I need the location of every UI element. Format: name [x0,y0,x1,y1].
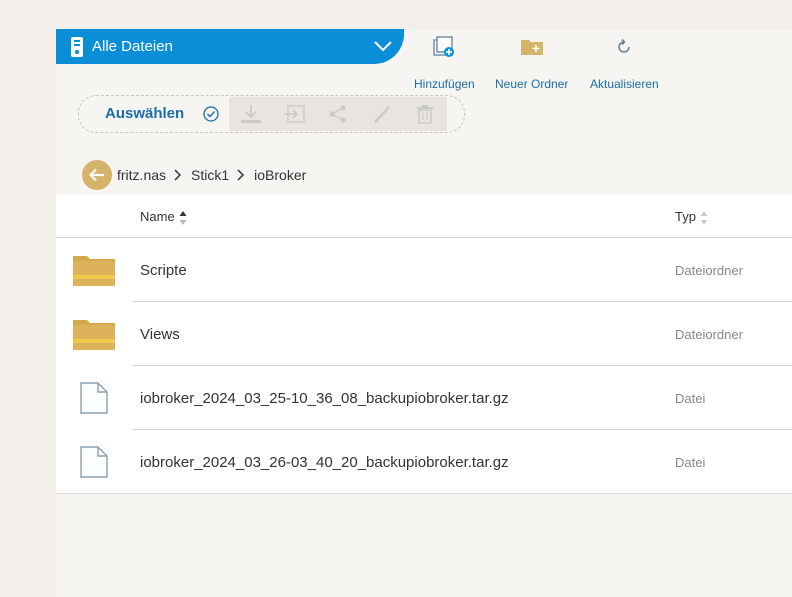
file-list: Name Typ Scripte Dateiordner Views Datei… [56,195,792,494]
add-file-icon [431,35,457,59]
file-name: iobroker_2024_03_25-10_36_08_backupiobro… [140,390,509,407]
row-divider [56,493,792,494]
new-folder-button[interactable]: Neuer Ordner [495,35,568,91]
breadcrumb-item[interactable]: fritz.nas [117,167,166,183]
refresh-button[interactable]: Aktualisieren [590,35,659,91]
column-header-type[interactable]: Typ [675,209,708,226]
move-icon[interactable] [273,97,317,131]
share-icon[interactable] [316,97,360,131]
file-name: Scripte [140,262,187,279]
nas-device-icon [70,36,84,57]
table-row[interactable]: Scripte Dateiordner [56,238,792,302]
table-row[interactable]: iobroker_2024_03_25-10_36_08_backupiobro… [56,366,792,430]
table-row[interactable]: iobroker_2024_03_26-03_40_20_backupiobro… [56,430,792,494]
select-check-icon[interactable] [203,106,219,122]
column-header-type-label: Typ [675,209,696,224]
file-type: Datei [675,391,706,406]
breadcrumb-item[interactable]: Stick1 [191,167,229,183]
chevron-right-icon [174,169,182,181]
selection-bar: Auswählen [78,95,465,133]
rename-pencil-icon[interactable] [360,97,404,131]
file-type: Dateiordner [675,327,743,342]
column-header-name[interactable]: Name [140,209,187,226]
table-row[interactable]: Views Dateiordner [56,302,792,366]
sort-ascending-icon [179,210,187,226]
file-type: Datei [675,455,706,470]
file-name: iobroker_2024_03_26-03_40_20_backupiobro… [140,454,509,471]
folder-icon [56,302,132,366]
trash-icon[interactable] [403,97,447,131]
refresh-icon [611,35,637,59]
add-label: Hinzufügen [414,77,475,91]
column-header-name-label: Name [140,209,175,224]
refresh-label: Aktualisieren [590,77,659,91]
file-list-header: Name Typ [56,195,792,238]
add-button[interactable]: Hinzufügen [414,35,475,91]
new-folder-icon [519,35,545,59]
file-icon [56,366,132,430]
file-filter-dropdown[interactable]: Alle Dateien [56,29,404,64]
file-icon [56,430,132,494]
download-icon[interactable] [229,97,273,131]
select-button[interactable]: Auswählen [105,105,184,122]
sort-icon [700,210,708,226]
breadcrumb-item-current: ioBroker [254,167,307,183]
back-arrow-icon[interactable] [82,160,112,190]
folder-icon [56,238,132,302]
dropdown-label: Alle Dateien [92,38,173,55]
chevron-down-icon [374,39,392,53]
file-manager-panel: Alle Dateien Hinzufügen Neuer Ordner Akt… [56,29,792,597]
new-folder-label: Neuer Ordner [495,77,569,91]
file-name: Views [140,326,180,343]
breadcrumb: fritz.nas Stick1 ioBroker [82,160,306,190]
chevron-right-icon [237,169,245,181]
selection-actions [229,97,447,131]
file-type: Dateiordner [675,263,743,278]
